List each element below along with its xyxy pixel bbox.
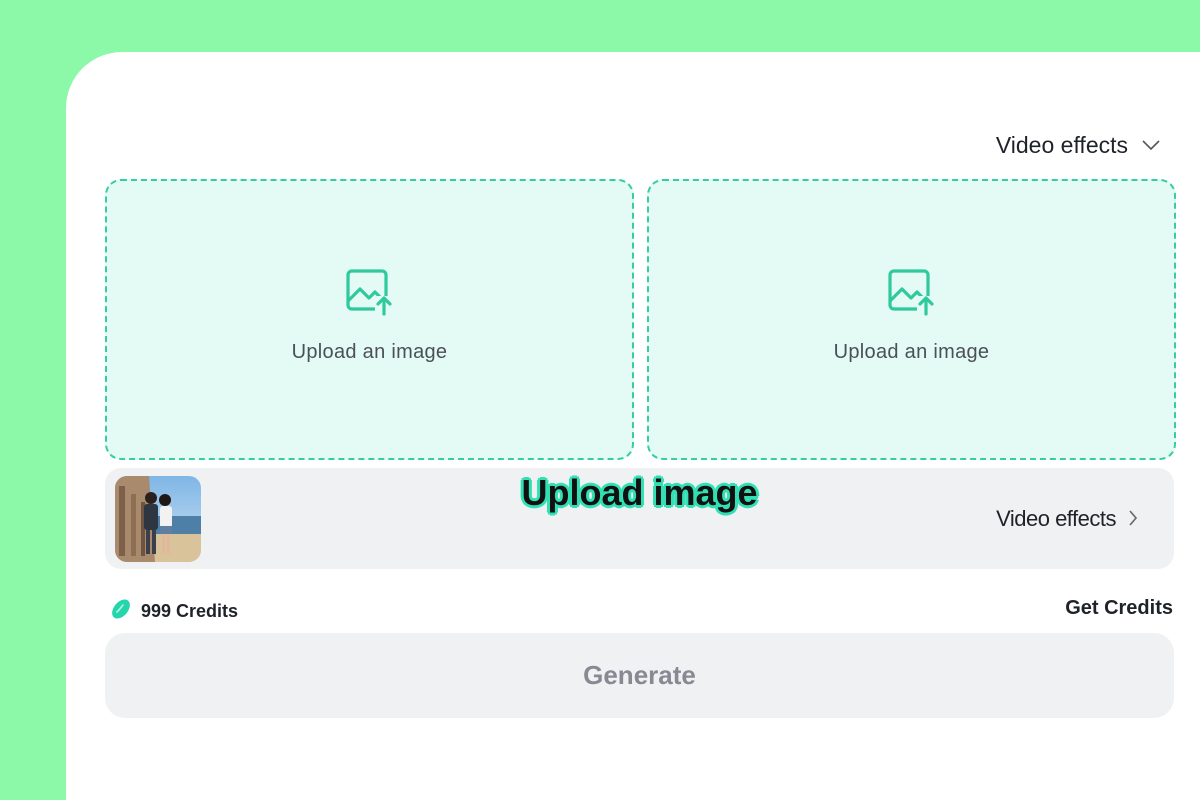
effect-row: Upload image Video effects [105, 468, 1174, 569]
upload-slot-1-label: Upload an image [291, 340, 448, 363]
upload-slot-1[interactable]: Upload an image [105, 179, 634, 460]
chevron-down-icon [1142, 139, 1160, 151]
bean-icon [109, 597, 133, 626]
credits-label: 999 Credits [141, 601, 239, 621]
get-credits-link[interactable]: Get Credits [1065, 597, 1173, 620]
image-upload-icon [887, 268, 937, 321]
video-effects-link[interactable]: Video effects [996, 506, 1138, 532]
generate-button[interactable]: Generate [105, 633, 1174, 718]
video-effects-dropdown[interactable]: Video effects [996, 130, 1160, 160]
upload-slot-2-label: Upload an image [833, 340, 990, 363]
video-effects-link-label: Video effects [996, 506, 1116, 531]
upload-slot-2[interactable]: Upload an image [647, 179, 1176, 460]
credits-balance: 999 Credits [109, 597, 238, 626]
image-upload-icon [345, 268, 395, 321]
chevron-right-icon [1128, 506, 1138, 532]
video-effects-dropdown-label: Video effects [995, 131, 1128, 158]
main-panel: Video effects Upload an image Upload an … [66, 52, 1200, 800]
